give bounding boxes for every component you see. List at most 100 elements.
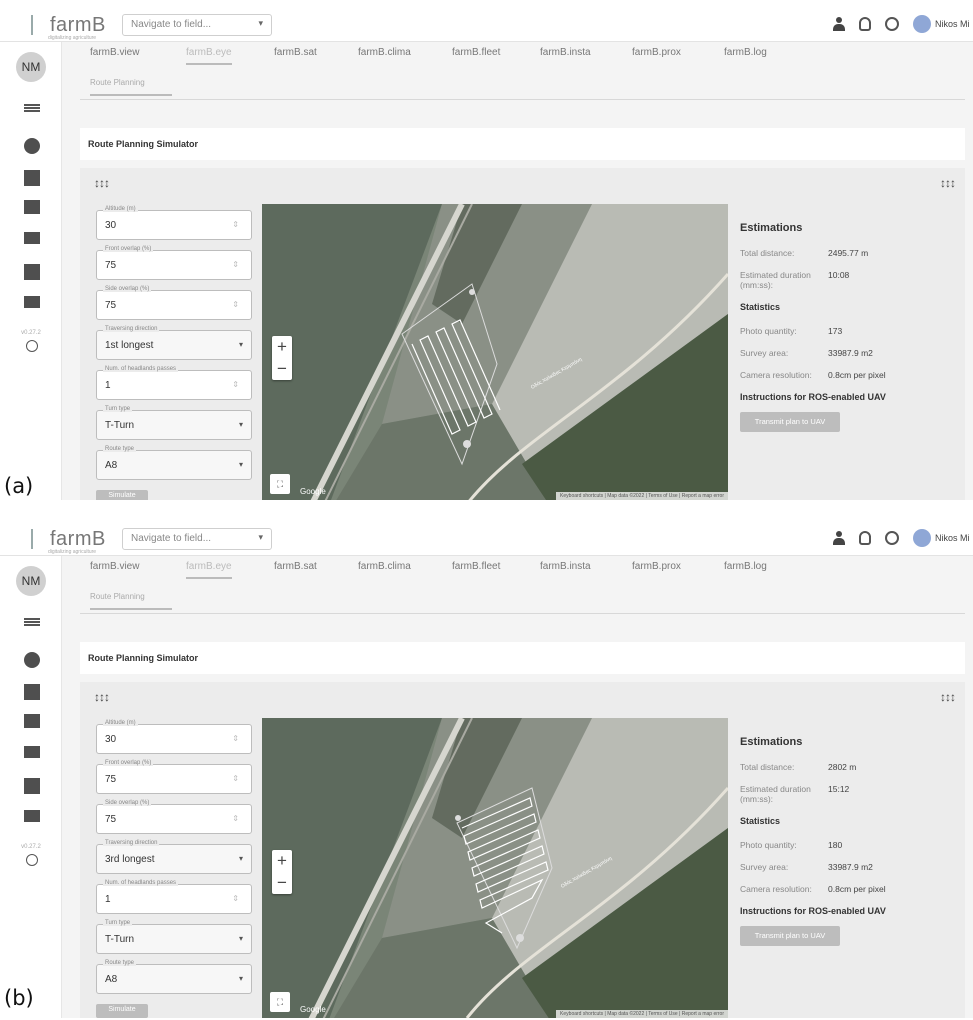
tune-icon-right[interactable]: ↕↕↕ (940, 176, 956, 190)
side-overlap-field[interactable]: Side overlap (%) 75 ⇕ (96, 800, 252, 834)
route-type-select[interactable]: Route type A8 ▾ (96, 446, 252, 480)
farmb-logo[interactable]: farmB digitalizing agriculture (18, 527, 106, 555)
zoom-in-button[interactable]: + (272, 850, 292, 872)
warehouse-icon[interactable] (24, 264, 40, 280)
stepper-icon[interactable]: ⇕ (232, 220, 239, 229)
team-icon[interactable] (24, 232, 40, 244)
stepper-icon[interactable]: ⇕ (232, 734, 239, 743)
tab-farmb-fleet[interactable]: farmB.fleet (452, 47, 500, 58)
front-overlap-field[interactable]: Front overlap (%) 75 ⇕ (96, 760, 252, 794)
navigate-to-field-select[interactable]: Navigate to field... ▾ (122, 528, 272, 550)
menu-icon[interactable] (24, 618, 40, 626)
gear-icon[interactable] (885, 531, 899, 545)
stepper-icon[interactable]: ⇕ (232, 380, 239, 389)
user-group-icon[interactable] (833, 17, 845, 31)
survey-area-label: Survey area: (740, 862, 789, 872)
navigate-to-field-select[interactable]: Navigate to field... ▾ (122, 14, 272, 36)
camera-resolution-label: Camera resolution: (740, 370, 812, 380)
stepper-icon[interactable]: ⇕ (232, 894, 239, 903)
tab-farmb-prox[interactable]: farmB.prox (632, 561, 681, 572)
zoom-out-button[interactable]: − (272, 872, 292, 894)
clock-icon[interactable] (26, 340, 38, 352)
headlands-passes-field[interactable]: Num. of headlands passes 1 ⇕ (96, 880, 252, 914)
user-group-icon[interactable] (833, 531, 845, 545)
tab-farmb-fleet[interactable]: farmB.fleet (452, 561, 500, 572)
satellite-map[interactable]: Οδός Χαλκίδας Κερμπάνη + − ⛶ Google Keyb… (262, 204, 728, 500)
dashboard-icon[interactable] (24, 138, 40, 154)
satellite-map[interactable]: Οδός Χαλκίδας Κερμπάνη + − ⛶ Google Keyb… (262, 718, 728, 1018)
tab-route-planning[interactable]: Route Planning (90, 78, 172, 96)
version-label: v0.27.2 (21, 330, 41, 336)
tab-farmb-insta[interactable]: farmB.insta (540, 47, 591, 58)
user-initials-avatar[interactable]: NM (16, 566, 46, 596)
front-overlap-field[interactable]: Front overlap (%) 75 ⇕ (96, 246, 252, 280)
tune-icon-right[interactable]: ↕↕↕ (940, 690, 956, 704)
menu-icon[interactable] (24, 104, 40, 112)
traversing-direction-select[interactable]: Traversing direction 1st longest ▾ (96, 326, 252, 360)
map-attribution[interactable]: Keyboard shortcuts | Map data ©2022 | Te… (556, 1010, 728, 1018)
turn-type-select[interactable]: Turn type T-Turn ▾ (96, 406, 252, 440)
tab-farmb-clima[interactable]: farmB.clima (358, 561, 411, 572)
user-menu[interactable]: Nikos Mi (913, 529, 973, 547)
transmit-plan-button[interactable]: Transmit plan to UAV (740, 926, 840, 946)
transmit-plan-button[interactable]: Transmit plan to UAV (740, 412, 840, 432)
tune-icon[interactable]: ↕↕↕ (94, 690, 110, 704)
simulate-button[interactable]: Simulate (96, 1004, 148, 1018)
zoom-control: + − (272, 336, 292, 380)
tab-farmb-clima[interactable]: farmB.clima (358, 47, 411, 58)
tab-farmb-prox[interactable]: farmB.prox (632, 47, 681, 58)
simulator-card: ↕↕↕ ↕↕↕ Altitude (m) 30 ⇕ Front overlap … (80, 682, 965, 1018)
farmb-logo[interactable]: farmB digitalizing agriculture (18, 13, 106, 41)
warehouse-icon[interactable] (24, 778, 40, 794)
bell-icon[interactable] (859, 531, 871, 545)
team-icon[interactable] (24, 746, 40, 758)
route-type-select[interactable]: Route type A8 ▾ (96, 960, 252, 994)
bell-icon[interactable] (859, 17, 871, 31)
stepper-icon[interactable]: ⇕ (232, 260, 239, 269)
user-menu[interactable]: Nikos Mi (913, 15, 973, 33)
map-attribution[interactable]: Keyboard shortcuts | Map data ©2022 | Te… (556, 492, 728, 500)
archive-icon[interactable] (24, 714, 40, 728)
dashboard-icon[interactable] (24, 652, 40, 668)
tab-farmb-view[interactable]: farmB.view (90, 47, 139, 58)
chevron-down-icon: ▾ (238, 420, 243, 429)
headlands-passes-field[interactable]: Num. of headlands passes 1 ⇕ (96, 366, 252, 400)
traversing-direction-select[interactable]: Traversing direction 3rd longest ▾ (96, 840, 252, 874)
archive-icon[interactable] (24, 200, 40, 214)
map-icon[interactable] (24, 684, 40, 700)
survey-area-label: Survey area: (740, 348, 789, 358)
simulation-form: Altitude (m) 30 ⇕ Front overlap (%) 75 ⇕… (96, 206, 252, 500)
tab-farmb-insta[interactable]: farmB.insta (540, 561, 591, 572)
side-overlap-field[interactable]: Side overlap (%) 75 ⇕ (96, 286, 252, 320)
tab-farmb-eye[interactable]: farmB.eye (186, 561, 232, 579)
altitude-field[interactable]: Altitude (m) 30 ⇕ (96, 206, 252, 240)
simulate-button[interactable]: Simulate (96, 490, 148, 500)
fullscreen-icon[interactable]: ⛶ (270, 992, 290, 1012)
tab-farmb-eye[interactable]: farmB.eye (186, 47, 232, 65)
altitude-field[interactable]: Altitude (m) 30 ⇕ (96, 720, 252, 754)
tractor-icon[interactable] (24, 296, 40, 308)
tractor-icon[interactable] (24, 810, 40, 822)
user-initials-avatar[interactable]: NM (16, 52, 46, 82)
tab-farmb-sat[interactable]: farmB.sat (274, 47, 317, 58)
tab-farmb-view[interactable]: farmB.view (90, 561, 139, 572)
zoom-out-button[interactable]: − (272, 358, 292, 380)
top-bar: farmB digitalizing agriculture Navigate … (0, 8, 973, 42)
map-icon[interactable] (24, 170, 40, 186)
fullscreen-icon[interactable]: ⛶ (270, 474, 290, 494)
tab-farmb-log[interactable]: farmB.log (724, 561, 767, 572)
photo-quantity-value: 173 (828, 326, 843, 336)
gear-icon[interactable] (885, 17, 899, 31)
top-bar: farmB digitalizing agriculture Navigate … (0, 522, 973, 556)
stepper-icon[interactable]: ⇕ (232, 774, 239, 783)
tune-icon[interactable]: ↕↕↕ (94, 176, 110, 190)
tab-farmb-sat[interactable]: farmB.sat (274, 561, 317, 572)
turn-type-select[interactable]: Turn type T-Turn ▾ (96, 920, 252, 954)
stepper-icon[interactable]: ⇕ (232, 300, 239, 309)
stepper-icon[interactable]: ⇕ (232, 814, 239, 823)
tab-farmb-log[interactable]: farmB.log (724, 47, 767, 58)
avatar (913, 529, 931, 547)
clock-icon[interactable] (26, 854, 38, 866)
tab-route-planning[interactable]: Route Planning (90, 592, 172, 610)
zoom-in-button[interactable]: + (272, 336, 292, 358)
